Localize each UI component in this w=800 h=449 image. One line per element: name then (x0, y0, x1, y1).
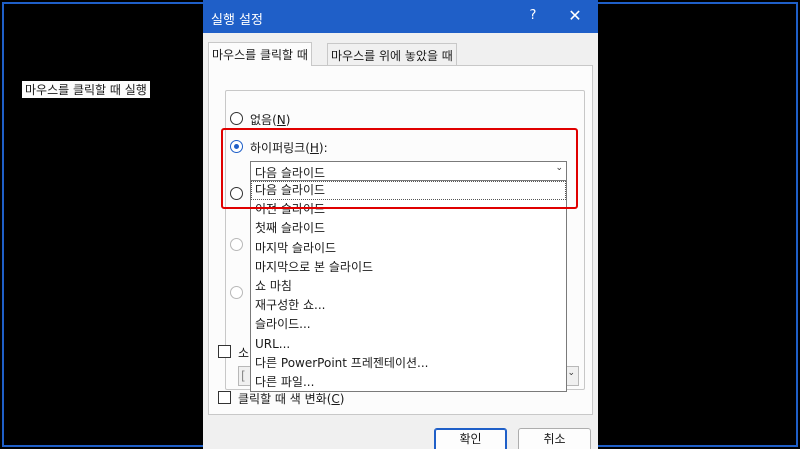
chevron-down-icon[interactable]: ⌄ (555, 163, 563, 173)
tab-mouse-over[interactable]: 마우스를 위에 놓았을 때 (327, 43, 457, 65)
dropdown-item[interactable]: 첫째 슬라이드 (251, 219, 566, 238)
chevron-down-icon: ⌄ (567, 368, 575, 378)
dropdown-item[interactable]: 이전 슬라이드 (251, 200, 566, 219)
dropdown-item[interactable]: URL... (251, 335, 566, 354)
hyperlink-select-value: 다음 슬라이드 (255, 166, 326, 180)
dropdown-item[interactable]: 마지막 슬라이드 (251, 239, 566, 258)
highlight-click-label: 클릭할 때 색 변화(C) (238, 392, 345, 406)
help-icon[interactable]: ? (523, 6, 543, 26)
radio-none-label: 없음(N) (250, 113, 291, 127)
action-group-label: 마우스를 클릭할 때 실행 (22, 81, 150, 98)
sound-select-value: [ (241, 369, 246, 383)
hyperlink-select[interactable]: 다음 슬라이드 ⌄ (250, 161, 567, 181)
dialog-title: 실행 설정 (211, 13, 263, 28)
play-sound-checkbox[interactable] (218, 345, 231, 358)
radio-hyperlink-label: 하이퍼링크(H): (250, 141, 328, 155)
play-sound-label: 소 (238, 346, 250, 360)
radio-hyperlink[interactable] (230, 140, 243, 153)
dropdown-item[interactable]: 다음 슬라이드 (251, 181, 566, 201)
dropdown-item[interactable]: 슬라이드... (251, 315, 566, 334)
radio-none[interactable] (230, 112, 243, 125)
dropdown-item[interactable]: 재구성한 쇼... (251, 296, 566, 315)
highlight-click-checkbox[interactable] (218, 391, 231, 404)
tab-strip: 마우스를 클릭할 때 마우스를 위에 놓았을 때 (203, 42, 598, 66)
dialog-titlebar: 실행 설정 ? ✕ (203, 0, 598, 33)
dropdown-item[interactable]: 다른 파일... (251, 373, 566, 392)
radio-object-action (230, 286, 243, 299)
dropdown-item[interactable]: 다른 PowerPoint 프레젠테이션... (251, 354, 566, 373)
cancel-button[interactable]: 취소 (518, 428, 591, 449)
dropdown-item[interactable]: 쇼 마침 (251, 277, 566, 296)
hyperlink-dropdown-list: 다음 슬라이드 이전 슬라이드 첫째 슬라이드 마지막 슬라이드 마지막으로 본… (250, 180, 567, 392)
dropdown-item[interactable]: 마지막으로 본 슬라이드 (251, 258, 566, 277)
radio-run-program[interactable] (230, 187, 243, 200)
tab-mouse-click[interactable]: 마우스를 클릭할 때 (208, 42, 312, 66)
close-icon[interactable]: ✕ (565, 6, 585, 26)
ok-button[interactable]: 확인 (434, 428, 507, 449)
radio-run-macro (230, 238, 243, 251)
